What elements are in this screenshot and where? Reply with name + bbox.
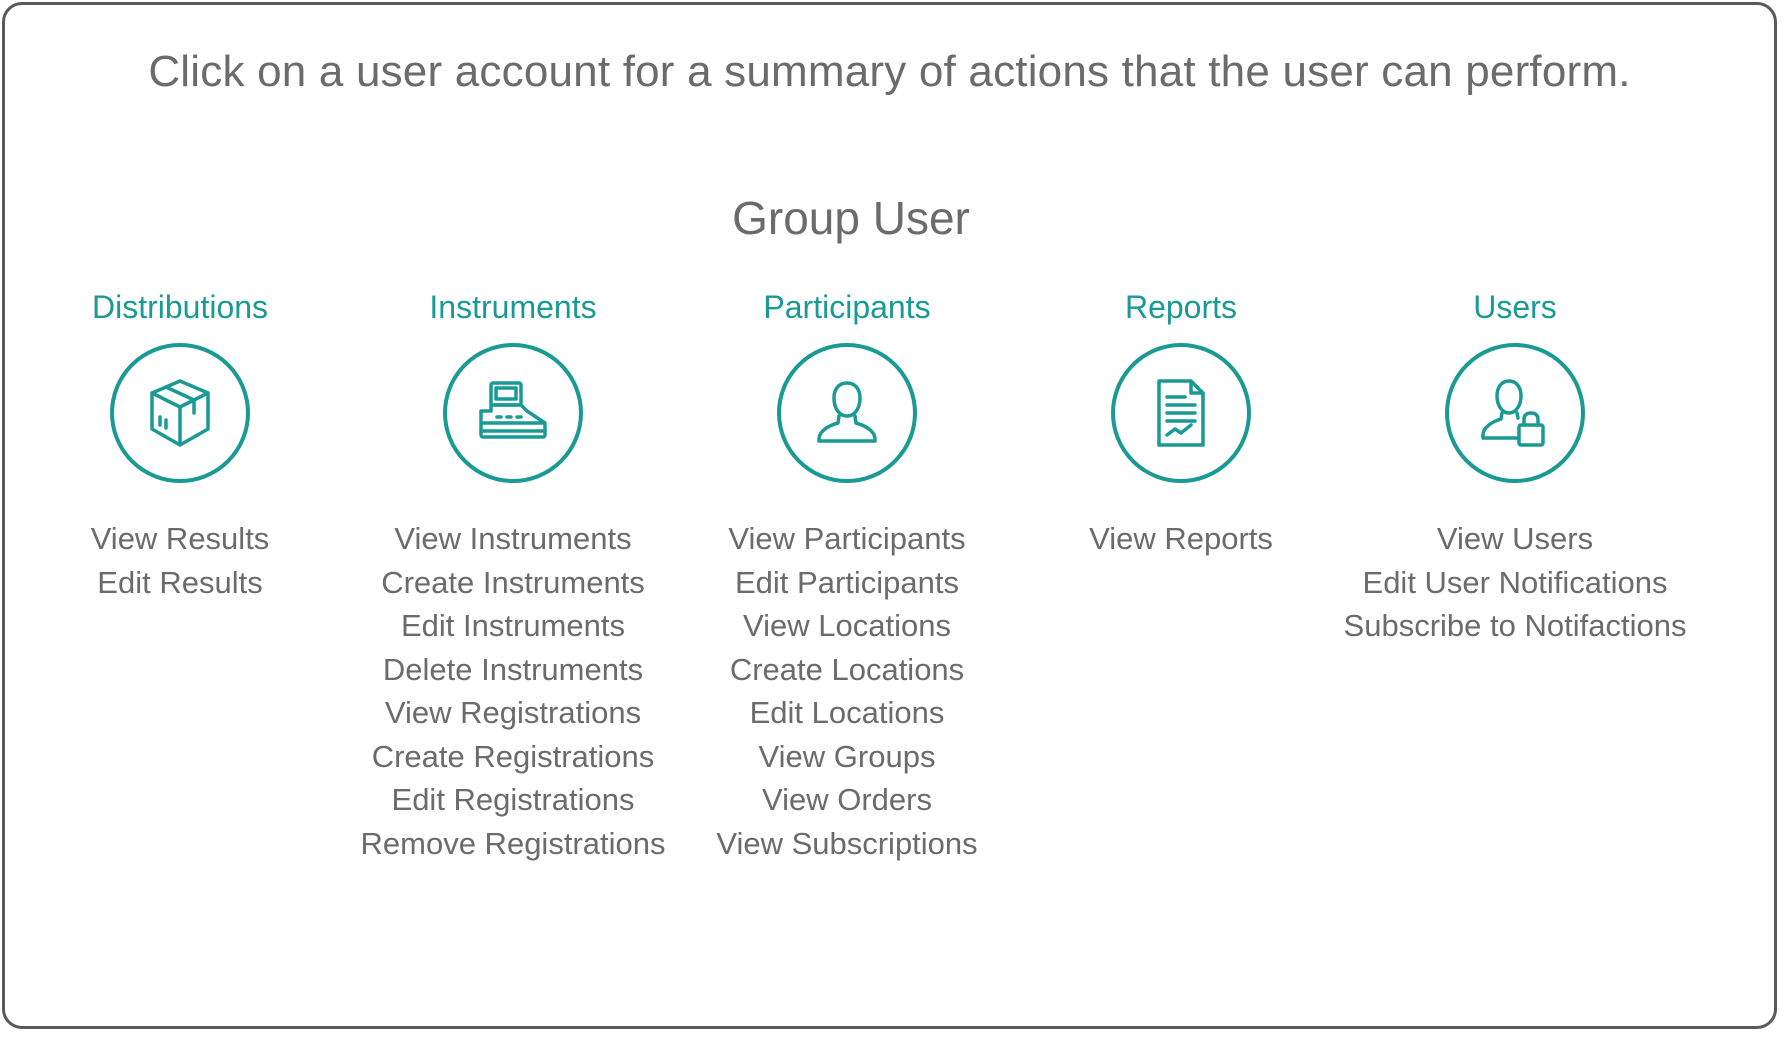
users-actions: View Users Edit User Notifications Subsc… [1335, 517, 1695, 648]
reports-heading[interactable]: Reports [1001, 287, 1361, 327]
action-item: View Instruments [394, 521, 632, 556]
action-item: View Registrations [384, 695, 642, 730]
column-users: Users View Users Edit User Notifications… [1335, 287, 1695, 648]
role-title: Group User [732, 192, 970, 244]
action-item: Remove Registrations [360, 825, 666, 861]
distributions-actions: View Results Edit Results [0, 517, 360, 604]
action-item: Delete Instruments [382, 651, 644, 687]
participants-actions: View Participants Edit Participants View… [667, 517, 1027, 865]
participants-heading[interactable]: Participants [667, 287, 1027, 327]
users-account-button[interactable] [1445, 343, 1585, 483]
action-item: Subscribe to Notifactions [1343, 608, 1687, 643]
action-item: View Users [1436, 521, 1594, 556]
action-item: Edit Participants [735, 564, 959, 600]
action-item: Create Instruments [381, 564, 645, 600]
action-item: Edit User Notifications [1362, 564, 1668, 600]
instruments-heading[interactable]: Instruments [333, 287, 693, 327]
action-item: Edit Locations [749, 695, 945, 730]
column-instruments: Instruments View Instruments Create Inst… [333, 287, 693, 865]
action-item: Create Registrations [371, 738, 655, 774]
instruments-actions: View Instruments Create Instruments Edit… [333, 517, 693, 865]
user-lock-icon [1481, 379, 1545, 447]
reports-account-button[interactable] [1111, 343, 1251, 483]
instruments-account-button[interactable] [443, 343, 583, 483]
action-item: Edit Results [97, 564, 263, 600]
instruction-text: Click on a user account for a summary of… [148, 47, 1631, 96]
action-item: View Participants [728, 521, 966, 556]
box-icon [150, 379, 210, 447]
action-item: View Locations [743, 608, 951, 643]
column-reports: Reports View Reports [1001, 287, 1361, 561]
action-item: Create Locations [729, 651, 965, 687]
action-item: View Subscriptions [716, 825, 978, 861]
action-item: View Results [90, 521, 270, 556]
reports-actions: View Reports [1001, 517, 1361, 561]
action-item: View Orders [762, 782, 932, 817]
permissions-panel: Click on a user account for a summary of… [2, 2, 1777, 1029]
action-item: View Groups [758, 738, 936, 774]
action-item: Edit Instruments [401, 608, 625, 643]
instrument-machine-icon [479, 381, 547, 439]
participants-account-button[interactable] [777, 343, 917, 483]
distributions-heading[interactable]: Distributions [0, 287, 360, 327]
report-document-icon [1157, 379, 1205, 447]
distributions-account-button[interactable] [110, 343, 250, 483]
action-item: View Reports [1089, 521, 1273, 556]
column-distributions: Distributions View Results Edit Results [0, 287, 360, 604]
action-item: Edit Registrations [391, 782, 635, 817]
column-participants: Participants View Participants Edit Part… [667, 287, 1027, 865]
users-heading[interactable]: Users [1335, 287, 1695, 327]
person-icon [817, 381, 877, 443]
